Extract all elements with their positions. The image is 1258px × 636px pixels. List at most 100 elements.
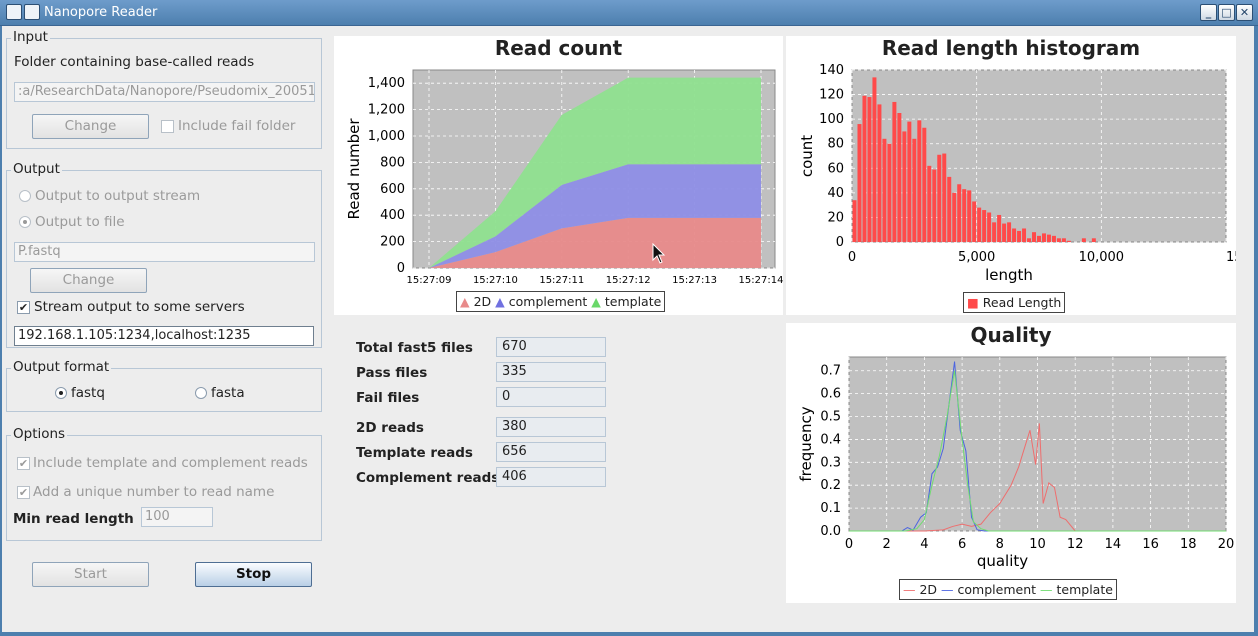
y-tick-label: 0.1: [820, 501, 841, 516]
y-tick-label: 80: [827, 137, 844, 152]
start-button[interactable]: Start: [32, 562, 149, 587]
include-fail-checkbox[interactable]: [161, 120, 174, 133]
x-axis-label: quality: [977, 552, 1028, 570]
min-read-length-label: Min read length: [13, 511, 134, 527]
histogram-bar: [997, 214, 1002, 242]
x-tick-label: 0: [845, 537, 853, 552]
folder-field[interactable]: :a/ResearchData/Nanopore/Pseudomix_20051…: [14, 82, 315, 102]
output-stream-radio[interactable]: [19, 190, 31, 202]
histogram-bar: [1002, 223, 1007, 242]
quality-legend: — 2D — complement — template: [899, 579, 1117, 600]
legend-marker: ▲: [460, 294, 470, 309]
output-file-label: Output to file: [35, 214, 125, 230]
stat-label: Template reads: [356, 445, 473, 461]
y-tick-label: 20: [827, 210, 844, 225]
y-tick-label: 100: [819, 112, 844, 127]
read-length-chart-panel: Read length histogram 0 20 40 60 80 100 120 140…: [786, 36, 1236, 315]
y-tick-label: 0.3: [820, 455, 841, 470]
stop-button[interactable]: Stop: [195, 562, 312, 587]
y-tick-label: 1,000: [368, 129, 405, 144]
x-tick-label: 12: [1067, 537, 1084, 552]
x-tick-label: 6: [958, 537, 966, 552]
x-tick-label: 0: [848, 250, 856, 265]
histogram-bar: [907, 121, 912, 242]
histogram-bar: [922, 127, 927, 242]
histogram-bar: [962, 189, 967, 242]
servers-field[interactable]: 192.168.1.105:1234,localhost:1235: [14, 326, 314, 346]
x-tick-label: 15,00: [1226, 250, 1236, 265]
y-tick-label: 40: [827, 186, 844, 201]
y-tick-label: 140: [819, 63, 844, 78]
input-change-button[interactable]: Change: [32, 114, 149, 139]
legend-marker: ▲: [591, 294, 601, 309]
y-axis-label: frequency: [797, 406, 815, 481]
histogram-bar: [892, 101, 897, 242]
include-tc-checkbox[interactable]: ✔: [17, 457, 30, 470]
options-group: Options ✔ Include template and complemen…: [6, 426, 322, 541]
histogram-bar: [1056, 238, 1061, 242]
x-axis-label: length: [985, 266, 1033, 284]
histogram-bar: [1051, 235, 1056, 242]
minimize-icon[interactable]: _: [1200, 4, 1217, 21]
fasta-radio[interactable]: [195, 387, 207, 399]
unique-number-checkbox[interactable]: ✔: [17, 486, 30, 499]
main-content: Input Folder containing base-called read…: [2, 26, 1254, 632]
histogram-bar: [942, 153, 947, 242]
x-tick-label: 15:27:09: [407, 275, 452, 286]
x-tick-label: 15:27:14: [739, 275, 783, 286]
histogram-bar: [1032, 232, 1037, 242]
histogram-bar: [1091, 238, 1096, 242]
output-change-button[interactable]: Change: [30, 268, 147, 293]
histogram-bar: [1061, 238, 1066, 242]
options-group-label: Options: [11, 426, 68, 442]
y-tick-label: 600: [380, 182, 405, 197]
stat-label: Total fast5 files: [356, 340, 473, 356]
histogram-bar: [992, 222, 997, 242]
histogram-bar: [1037, 235, 1041, 242]
window-menu-icon[interactable]: [24, 4, 40, 20]
x-tick-label: 2: [883, 537, 891, 552]
histogram-bar: [1022, 228, 1027, 242]
x-tick-label: 5,000: [958, 250, 995, 265]
histogram-bar: [872, 77, 877, 242]
maximize-icon[interactable]: □: [1218, 4, 1235, 21]
y-tick-label: 0.5: [820, 410, 841, 425]
legend-label: template: [604, 294, 662, 309]
histogram-bar: [937, 154, 942, 242]
java-app-icon[interactable]: [6, 4, 22, 20]
output-file-field[interactable]: P.fastq: [14, 242, 315, 262]
output-group-label: Output: [11, 161, 62, 177]
min-read-length-field[interactable]: 100: [141, 507, 213, 527]
histogram-bar: [917, 120, 922, 242]
input-group: Input Folder containing base-called read…: [6, 29, 322, 149]
y-tick-label: 60: [827, 161, 844, 176]
close-icon[interactable]: ✕: [1236, 4, 1253, 21]
quality-chart: 0.0 0.1 0.2 0.3 0.4 0.5 0.6 0.7 0 2 4 6 8 10 12 14 16 18 2…: [797, 356, 1234, 570]
histogram-bar: [1066, 240, 1071, 242]
y-tick-label: 0.4: [820, 432, 841, 447]
legend-label: 2D: [473, 294, 492, 309]
output-file-radio[interactable]: [19, 216, 31, 228]
read-length-legend: ■ Read Length: [963, 292, 1066, 313]
stat-value: 406: [496, 467, 606, 487]
output-group: Output Output to output stream Output to…: [6, 161, 322, 348]
output-format-group: Output format fastq fasta: [6, 359, 322, 412]
quality-chart-panel: Quality 0.0 0.1 0.2 0.3 0.4 0.5 0.6 0.7 0 2 4 6 8 10 1…: [786, 323, 1236, 603]
legend-label: complement: [957, 582, 1037, 597]
x-tick-label: 10,000: [1079, 250, 1125, 265]
histogram-bar: [1041, 233, 1046, 242]
histogram-bar: [927, 165, 932, 242]
histogram-bar: [882, 138, 887, 242]
y-tick-label: 0: [836, 235, 844, 250]
y-tick-label: 400: [380, 208, 405, 223]
legend-marker: —: [903, 582, 916, 597]
histogram-bar: [867, 97, 872, 243]
window-title: Nanopore Reader: [44, 5, 158, 20]
x-tick-label: 10: [1029, 537, 1046, 552]
histogram-bar: [952, 192, 957, 242]
output-stream-label: Output to output stream: [35, 188, 201, 204]
fastq-radio[interactable]: [55, 387, 67, 399]
x-tick-label: 15:27:12: [606, 275, 651, 286]
stream-servers-checkbox[interactable]: ✔: [17, 301, 30, 314]
title-bar[interactable]: Nanopore Reader _ □ ✕: [0, 0, 1258, 26]
